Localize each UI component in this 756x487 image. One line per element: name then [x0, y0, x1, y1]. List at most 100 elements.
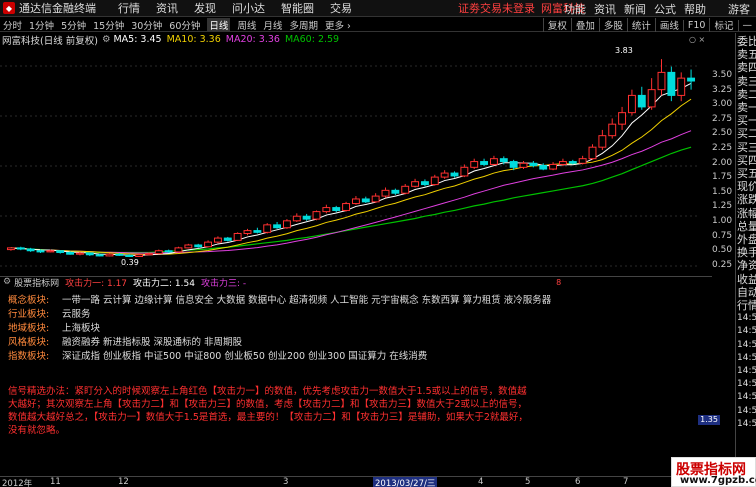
candle: [184, 243, 193, 249]
side-panel-item: 换手: [737, 246, 756, 260]
candle: [588, 144, 597, 160]
candle: [568, 159, 577, 165]
period-60min[interactable]: 60分钟: [169, 18, 200, 32]
price-axis-label: 2.50: [712, 128, 733, 139]
price-axis-label: 2.75: [712, 113, 733, 124]
date-axis: 2012年 11 12 3 2013/03/27/三 4 5 6 7: [0, 476, 712, 487]
side-panel-item: 涨幅: [737, 206, 756, 220]
multi-stock-button[interactable]: 多股: [598, 18, 627, 32]
close-icon[interactable]: ○ ×: [689, 35, 705, 44]
draw-line-button[interactable]: 画线: [654, 18, 683, 32]
period-toolbar: 分时 1分钟 5分钟 15分钟 30分钟 60分钟 日线 周线 月线 多周期 更…: [0, 17, 756, 32]
side-panel-item: 卖五: [737, 48, 756, 62]
candle: [282, 219, 291, 229]
candle: [213, 236, 222, 244]
side-panel-item: 总量: [737, 219, 756, 233]
period-daily[interactable]: 日线: [207, 17, 231, 32]
menu-quotes[interactable]: 行情: [118, 0, 140, 16]
candle: [6, 247, 15, 251]
minimize-button[interactable]: —: [737, 19, 756, 31]
price-axis-label: 2.25: [712, 143, 733, 153]
period-5min[interactable]: 5分钟: [61, 18, 86, 32]
period-multi[interactable]: 多周期: [289, 18, 318, 32]
chart-tool-buttons: 复权 叠加 多股 统计 画线 F10 标记 —: [542, 18, 756, 32]
date-label: 5: [525, 477, 531, 487]
menu-ask[interactable]: 问小达: [232, 0, 265, 16]
app-title: 通达信金融终端: [19, 2, 96, 15]
candle: [489, 155, 498, 166]
price-axis-label: 1.75: [712, 172, 733, 183]
candle: [381, 187, 390, 198]
candle: [371, 193, 380, 203]
period-monthly[interactable]: 月线: [263, 18, 282, 32]
app-logo-icon: ◆: [3, 2, 15, 14]
period-more[interactable]: 更多 ›: [325, 18, 351, 32]
menu-info[interactable]: 资讯: [594, 1, 616, 17]
adjust-button[interactable]: 复权: [542, 18, 571, 32]
mark-button[interactable]: 标记: [709, 18, 737, 32]
candle: [667, 66, 676, 102]
ma10-line: [10, 98, 692, 255]
candle: [253, 227, 262, 234]
candle: [608, 118, 617, 139]
menu-help[interactable]: 帮助: [684, 1, 706, 17]
stats-button[interactable]: 统计: [626, 18, 655, 32]
menu-formula[interactable]: 公式: [654, 1, 676, 17]
side-panel-item: 14:50: [737, 313, 756, 324]
trade-login-warning[interactable]: 证劵交易未登录: [458, 0, 535, 16]
candle: [598, 129, 607, 151]
low-price-label: 0.39: [121, 258, 139, 267]
price-axis-label: 0.25: [712, 259, 733, 270]
menu-discover[interactable]: 发现: [194, 0, 216, 16]
side-panel-item: 卖四: [737, 61, 756, 75]
price-axis-label: 0.75: [712, 230, 733, 241]
period-timeshare[interactable]: 分时: [3, 18, 22, 32]
menu-newsfeed[interactable]: 新闻: [624, 1, 646, 17]
f10-button[interactable]: F10: [682, 19, 710, 31]
candle: [430, 174, 439, 186]
menu-smart-circle[interactable]: 智能圈: [281, 0, 314, 16]
cursor-date: 2013/03/27/三: [373, 477, 438, 487]
candle: [401, 184, 410, 195]
candle: [480, 158, 489, 167]
side-panel-item: 卖一: [737, 101, 756, 114]
menu-trade[interactable]: 交易: [330, 0, 352, 16]
menu-news[interactable]: 资讯: [156, 0, 178, 16]
candle: [420, 179, 429, 187]
stock-title: 网富科技(日线 前复权): [2, 35, 98, 47]
region-sector-row: 地域板块: 上海板块: [8, 323, 101, 334]
candle: [273, 221, 282, 229]
candle: [233, 232, 242, 241]
candle: [470, 158, 479, 170]
period-30min[interactable]: 30分钟: [131, 18, 162, 32]
candle: [411, 178, 420, 188]
candle: [687, 69, 696, 90]
indicator-settings-icon[interactable]: ⚙: [3, 277, 11, 287]
overlay-button[interactable]: 叠加: [570, 18, 599, 32]
kline-chart[interactable]: [0, 46, 700, 276]
date-label: 12: [118, 477, 129, 487]
period-weekly[interactable]: 周线: [237, 18, 256, 32]
period-15min[interactable]: 15分钟: [93, 18, 124, 32]
side-panel-item: 卖二: [737, 87, 756, 101]
candle: [292, 213, 301, 222]
candle: [263, 223, 272, 234]
candle: [154, 249, 163, 255]
side-panel-item: 14:50: [737, 418, 756, 429]
price-axis-label: 0.50: [712, 245, 733, 256]
period-1min[interactable]: 1分钟: [29, 18, 54, 32]
settings-icon[interactable]: ⚙: [102, 34, 111, 45]
date-label: 3: [283, 477, 289, 487]
price-axis-label: 1.00: [712, 216, 733, 226]
side-panel-item: 自动: [737, 285, 756, 299]
side-panel-item: 买一: [737, 114, 756, 128]
date-label: 11: [50, 477, 61, 487]
signal-instructions: 信号精选办法：紧盯分入的时候观察左上角红色【攻击力一】的数值，优先考虑攻击力一数…: [8, 386, 528, 436]
candle: [657, 59, 666, 96]
candle: [223, 236, 232, 242]
candle: [332, 205, 341, 213]
side-panel-item: 涨跌: [737, 193, 756, 207]
user-guest[interactable]: 游客: [728, 1, 750, 17]
side-panel-item: 14:50: [737, 379, 756, 390]
menu-function[interactable]: 功能: [564, 1, 586, 17]
